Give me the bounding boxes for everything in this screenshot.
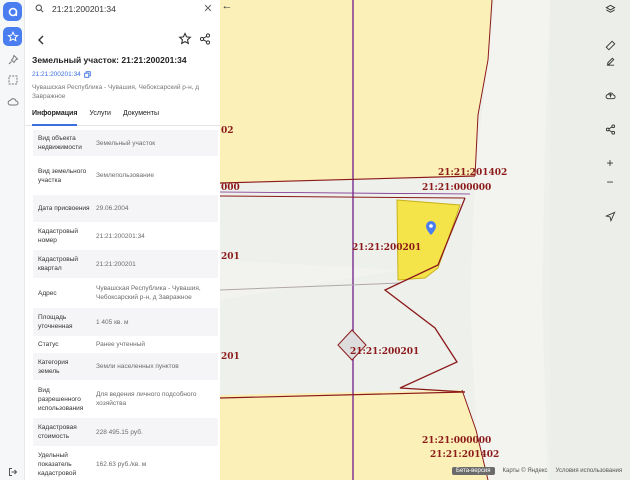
property-value: 29.06.2004 — [96, 205, 129, 212]
navigation-arrow-icon — [604, 210, 616, 222]
object-address: Чувашская Республика - Чувашия, Чебоксар… — [32, 84, 200, 100]
tab-services[interactable]: Услуги — [89, 108, 111, 126]
edit-icon — [606, 57, 614, 66]
share-map-button[interactable] — [601, 120, 619, 138]
properties-table: Вид объекта недвижимости Земельный участо… — [33, 130, 218, 480]
clear-search-icon[interactable]: ✕ — [200, 2, 216, 16]
logout-icon[interactable] — [8, 467, 18, 477]
cadastral-label-edge: 201 — [221, 252, 240, 262]
table-row: Адрес Чувашская Республика - Чувашия, Чеб… — [33, 278, 218, 308]
property-key: Кадастровый номер — [38, 228, 79, 244]
parcel-area[interactable] — [220, 390, 488, 480]
favorites-icon[interactable] — [3, 27, 22, 46]
table-row: Статус Ранее учтенный — [33, 336, 218, 353]
property-key: Дата присвоения — [38, 205, 90, 212]
cadastral-map[interactable]: 21:21:201402 21:21:000000 21:21:200201 2… — [220, 0, 630, 480]
table-row: Кадастровая стоимость 228 495.15 руб. — [33, 418, 218, 446]
select-area-icon[interactable] — [3, 70, 22, 89]
table-row: Кадастровый номер 21:21:200201:34 — [33, 222, 218, 250]
edit-button[interactable] — [601, 52, 619, 70]
property-value: Земли населенных пунктов — [96, 363, 179, 370]
property-value: 1 405 кв. м — [96, 318, 129, 326]
property-key: Удельный показатель кадастровой — [38, 451, 77, 477]
beta-badge: Бета-версия — [452, 466, 495, 475]
attribution-text[interactable]: Карты © Яндекс — [503, 468, 548, 474]
object-title: Земельный участок: 21:21:200201:34 — [32, 55, 187, 65]
property-value: Земельный участок — [96, 139, 156, 147]
boundary-line — [220, 195, 466, 199]
cadastral-number-text[interactable]: 21:21:200201:34 — [32, 71, 81, 78]
zoom-in-button[interactable]: + — [601, 154, 619, 172]
card-toolbar — [25, 28, 220, 50]
copy-icon[interactable] — [84, 71, 91, 78]
terms-link[interactable]: Условия использования — [556, 468, 623, 474]
cadastral-label-edge: 000 — [221, 183, 240, 193]
property-key: Площадь уточненная — [38, 314, 73, 330]
property-value: 21:21:200201 — [96, 260, 136, 268]
property-key: Кадастровая стоимость — [38, 424, 77, 440]
search-bar[interactable]: 21:21:200201:34 ✕ — [25, 0, 220, 17]
property-key: Вид объекта недвижимости — [38, 135, 82, 151]
property-value: 228 495.15 руб. — [96, 428, 143, 436]
property-key: Категория земель — [38, 358, 69, 375]
property-key: Кадастровый квартал — [38, 256, 79, 272]
ruler-icon — [605, 40, 615, 50]
bookmark-star-icon[interactable] — [178, 32, 192, 46]
app-logo-icon[interactable] — [3, 2, 22, 21]
property-value: Чувашская Республика - Чувашия, Чебоксар… — [96, 285, 201, 301]
upload-icon — [605, 92, 616, 99]
info-tabs: Информация Услуги Документы — [25, 108, 220, 126]
table-row: Вид объекта недвижимости Земельный участо… — [33, 130, 218, 156]
cadastral-label: 21:21:200201 — [350, 347, 420, 357]
left-rail — [0, 0, 25, 480]
property-value: Ранее учтенный — [96, 341, 145, 348]
property-key: Статус — [38, 341, 59, 348]
chevron-left-icon — [38, 35, 44, 45]
table-row: Площадь уточненная 1 405 кв. м — [33, 308, 218, 336]
back-button[interactable] — [34, 33, 48, 47]
search-input[interactable]: 21:21:200201:34 — [52, 4, 200, 14]
layers-button[interactable] — [601, 0, 619, 18]
collapse-panel-icon[interactable]: ← — [221, 0, 233, 12]
locate-button[interactable] — [601, 207, 619, 225]
zoom-out-button[interactable]: − — [601, 173, 619, 191]
cadastral-label: 21:21:201402 — [438, 168, 508, 178]
map-canvas[interactable] — [220, 0, 630, 480]
property-key: Адрес — [38, 289, 57, 297]
property-key: Вид земельного участка — [38, 167, 87, 184]
layers-icon — [604, 4, 616, 13]
cadastral-label: 21:21:000000 — [422, 183, 492, 193]
table-row: Вид земельного участка Землепользование — [33, 156, 218, 195]
share-icon[interactable] — [199, 33, 211, 45]
table-row: Дата присвоения 29.06.2004 — [33, 195, 218, 222]
pin-icon[interactable] — [3, 50, 22, 69]
property-key: Вид разрешенного использования — [38, 386, 84, 412]
selected-parcel[interactable] — [396, 199, 461, 281]
cadastral-number-link[interactable]: 21:21:200201:34 — [32, 71, 91, 78]
cadastral-label: 21:21:201402 — [430, 450, 500, 460]
table-row: Вид разрешенного использования Для ведени… — [33, 380, 218, 418]
table-row: Категория земель Земли населенных пунктов — [33, 353, 218, 380]
tab-information[interactable]: Информация — [32, 108, 78, 126]
table-row: Удельный показатель кадастровой 162.63 ру… — [33, 446, 218, 480]
property-value: Для ведения личного подсобного хозяйства — [96, 391, 197, 407]
share-icon — [605, 123, 615, 135]
property-value: Землепользование — [96, 172, 154, 179]
upload-button[interactable] — [601, 86, 619, 104]
cloud-icon[interactable] — [3, 92, 22, 111]
table-row: Кадастровый квартал 21:21:200201 — [33, 250, 218, 278]
map-attribution: Бета-версия Карты © Яндекс Условия испол… — [452, 465, 622, 476]
property-value: 162.63 руб./кв. м — [96, 460, 147, 468]
cadastral-label-edge: 201 — [221, 352, 240, 362]
object-info-panel: 21:21:200201:34 ✕ Земельный участок: 21:… — [25, 0, 220, 480]
parcel-area[interactable] — [220, 0, 492, 183]
cadastral-label-edge: 02 — [221, 126, 234, 136]
cadastral-label: 21:21:000000 — [422, 436, 492, 446]
tab-documents[interactable]: Документы — [123, 108, 159, 126]
cadastral-label: 21:21:200201 — [352, 243, 422, 253]
property-value: 21:21:200201:34 — [96, 232, 145, 240]
search-icon — [35, 4, 44, 13]
map-background-right — [550, 0, 630, 480]
